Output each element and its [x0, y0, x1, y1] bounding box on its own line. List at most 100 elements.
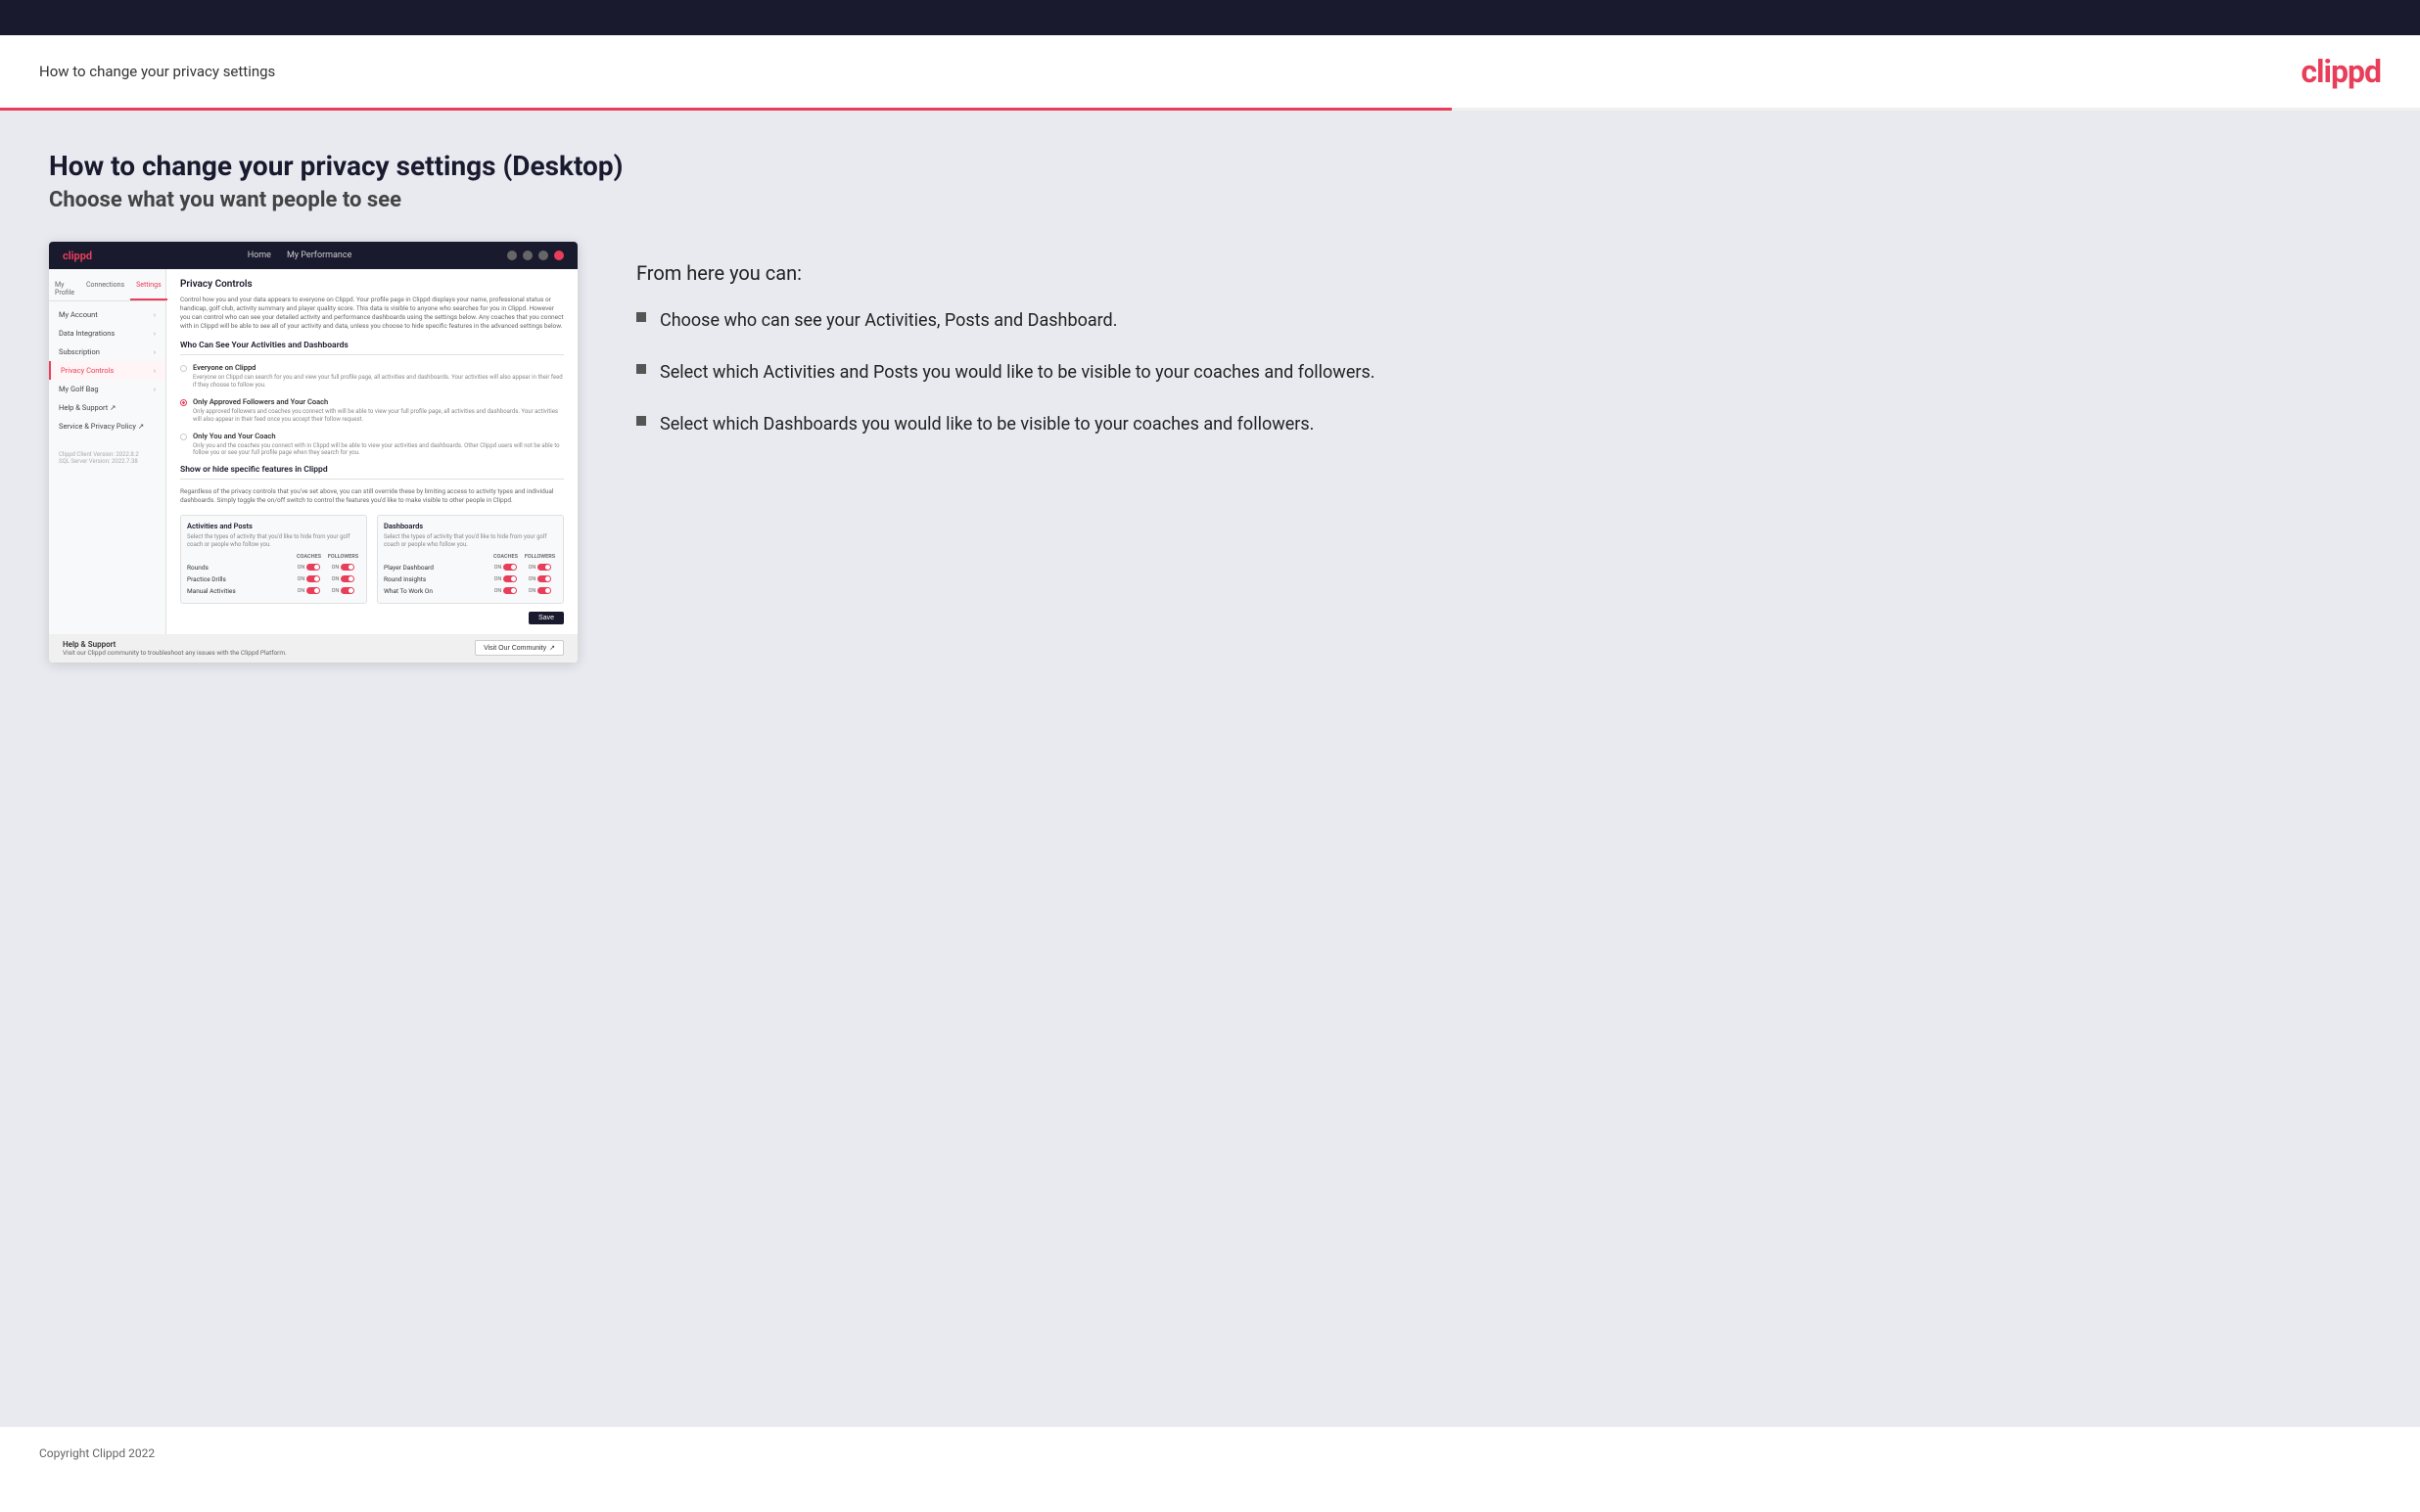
what-to-work-on-followers-toggle[interactable]: ON: [523, 587, 557, 594]
player-dashboard-coaches-switch[interactable]: [503, 564, 517, 571]
practice-drills-followers-switch[interactable]: [341, 575, 354, 582]
rounds-coaches-toggle[interactable]: ON: [292, 564, 326, 571]
main-content: How to change your privacy settings (Des…: [0, 111, 2420, 1427]
radio-only-you-coach-label: Only You and Your Coach: [193, 432, 564, 440]
toggle-row-player-dashboard: Player Dashboard ON ON: [384, 562, 557, 573]
external-link-icon: ↗: [549, 644, 555, 652]
radio-followers-coach-label: Only Approved Followers and Your Coach: [193, 397, 564, 406]
content-row: clippd Home My Performance My Profile: [49, 242, 2371, 663]
sidebar-item-subscription-label: Subscription: [59, 347, 100, 356]
sidebar-item-my-golf-bag[interactable]: My Golf Bag ›: [49, 380, 165, 398]
radio-everyone[interactable]: Everyone on Clippd Everyone on Clippd ca…: [180, 363, 564, 389]
settings-icon[interactable]: [538, 251, 548, 260]
toggle-row-round-insights: Round Insights ON ON: [384, 573, 557, 585]
radio-only-you-coach[interactable]: Only You and Your Coach Only you and the…: [180, 432, 564, 458]
practice-drills-coaches-toggle[interactable]: ON: [292, 575, 326, 582]
sidebar-item-service-privacy[interactable]: Service & Privacy Policy ↗: [49, 417, 165, 435]
help-bar-left: Help & Support Visit our Clippd communit…: [63, 640, 287, 657]
what-to-work-on-coaches-toggle[interactable]: ON: [489, 587, 523, 594]
app-main-panel: Privacy Controls Control how you and you…: [166, 269, 578, 634]
who-can-see-title: Who Can See Your Activities and Dashboar…: [180, 341, 564, 355]
radio-everyone-input[interactable]: [180, 365, 187, 372]
avatar[interactable]: [554, 251, 564, 260]
round-insights-coaches-switch[interactable]: [503, 575, 517, 582]
version-info: Clippd Client Version: 2022.8.2SQL Serve…: [49, 443, 165, 473]
radio-only-you-coach-desc: Only you and the coaches you connect wit…: [193, 442, 564, 458]
sidebar-item-my-account-label: My Account: [59, 310, 98, 319]
sidebar-item-service-privacy-label: Service & Privacy Policy ↗: [59, 422, 144, 431]
radio-only-you-coach-input[interactable]: [180, 434, 187, 440]
rounds-followers-switch[interactable]: [341, 564, 354, 571]
round-insights-coaches-toggle[interactable]: ON: [489, 575, 523, 582]
notification-icon[interactable]: [523, 251, 533, 260]
sidebar-item-help-support[interactable]: Help & Support ↗: [49, 398, 165, 417]
bullet-text-3: Select which Dashboards you would like t…: [660, 412, 1314, 436]
app-logo: clippd: [63, 250, 92, 262]
app-nav-icons: [507, 251, 564, 260]
dashboards-coaches-header: COACHES: [489, 554, 523, 560]
page-heading: How to change your privacy settings (Des…: [49, 150, 2371, 182]
round-insights-followers-switch[interactable]: [537, 575, 551, 582]
dashboards-header-row: COACHES FOLLOWERS: [384, 554, 557, 560]
app-body: My Profile Connections Settings My Accou…: [49, 269, 578, 634]
radio-followers-coach[interactable]: Only Approved Followers and Your Coach O…: [180, 397, 564, 424]
save-button[interactable]: Save: [529, 612, 564, 624]
what-to-work-on-coaches-switch[interactable]: [503, 587, 517, 594]
radio-followers-coach-content: Only Approved Followers and Your Coach O…: [193, 397, 564, 424]
what-to-work-on-followers-switch[interactable]: [537, 587, 551, 594]
app-nav-performance[interactable]: My Performance: [287, 251, 351, 260]
chevron-right-icon: ›: [154, 348, 156, 356]
copyright: Copyright Clippd 2022: [39, 1446, 155, 1460]
bullet-item-3: Select which Dashboards you would like t…: [636, 412, 2371, 436]
app-nav-links: Home My Performance: [248, 251, 352, 260]
sidebar-item-subscription[interactable]: Subscription ›: [49, 343, 165, 361]
practice-drills-coaches-switch[interactable]: [306, 575, 320, 582]
toggle-section: Activities and Posts Select the types of…: [180, 515, 564, 604]
round-insights-label: Round Insights: [384, 575, 489, 583]
bullet-item-1: Choose who can see your Activities, Post…: [636, 308, 2371, 333]
rounds-label: Rounds: [187, 564, 292, 572]
player-dashboard-followers-switch[interactable]: [537, 564, 551, 571]
practice-drills-followers-toggle[interactable]: ON: [326, 575, 360, 582]
sidebar-item-my-account[interactable]: My Account ›: [49, 305, 165, 324]
search-icon[interactable]: [507, 251, 517, 260]
toggle-row-practice-drills: Practice Drills ON ON: [187, 573, 360, 585]
tab-my-profile[interactable]: My Profile: [49, 277, 80, 300]
activities-posts-card: Activities and Posts Select the types of…: [180, 515, 367, 604]
tab-settings[interactable]: Settings: [130, 277, 167, 300]
privacy-controls-title: Privacy Controls: [180, 279, 564, 290]
player-dashboard-followers-toggle[interactable]: ON: [523, 564, 557, 571]
manual-activities-followers-switch[interactable]: [341, 587, 354, 594]
round-insights-followers-toggle[interactable]: ON: [523, 575, 557, 582]
from-here-heading: From here you can:: [636, 261, 2371, 285]
sidebar-item-data-integrations-label: Data Integrations: [59, 329, 115, 338]
sidebar-item-data-integrations[interactable]: Data Integrations ›: [49, 324, 165, 343]
toggle-row-manual-activities: Manual Activities ON ON: [187, 585, 360, 597]
app-sidebar: My Profile Connections Settings My Accou…: [49, 269, 166, 634]
rounds-followers-toggle[interactable]: ON: [326, 564, 360, 571]
manual-activities-followers-toggle[interactable]: ON: [326, 587, 360, 594]
help-bar: Help & Support Visit our Clippd communit…: [49, 634, 578, 663]
app-nav-home[interactable]: Home: [248, 251, 271, 260]
toggle-row-what-to-work-on: What To Work On ON ON: [384, 585, 557, 597]
manual-activities-label: Manual Activities: [187, 587, 292, 595]
player-dashboard-coaches-toggle[interactable]: ON: [489, 564, 523, 571]
player-dashboard-label: Player Dashboard: [384, 564, 489, 572]
manual-activities-coaches-toggle[interactable]: ON: [292, 587, 326, 594]
help-desc: Visit our Clippd community to troublesho…: [63, 649, 287, 657]
rounds-coaches-switch[interactable]: [306, 564, 320, 571]
sidebar-item-privacy-controls[interactable]: Privacy Controls ›: [49, 361, 165, 380]
visit-community-button[interactable]: Visit Our Community ↗: [475, 640, 564, 656]
info-panel: From here you can: Choose who can see yo…: [627, 242, 2371, 465]
help-title: Help & Support: [63, 640, 287, 649]
app-nav-bar: clippd Home My Performance: [49, 242, 578, 269]
toggle-row-rounds: Rounds ON ON: [187, 562, 360, 573]
tab-connections[interactable]: Connections: [80, 277, 130, 300]
radio-followers-coach-input[interactable]: [180, 399, 187, 406]
radio-only-you-coach-content: Only You and Your Coach Only you and the…: [193, 432, 564, 458]
sidebar-item-privacy-controls-label: Privacy Controls: [61, 366, 114, 375]
show-hide-title: Show or hide specific features in Clippd: [180, 465, 564, 480]
header: How to change your privacy settings clip…: [0, 35, 2420, 108]
radio-everyone-content: Everyone on Clippd Everyone on Clippd ca…: [193, 363, 564, 389]
manual-activities-coaches-switch[interactable]: [306, 587, 320, 594]
